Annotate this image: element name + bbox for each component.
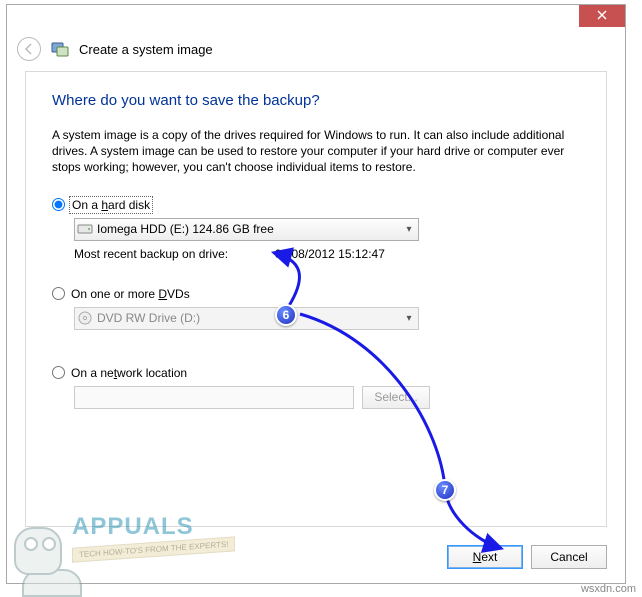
recent-backup-label: Most recent backup on drive: xyxy=(74,247,228,261)
option-network: On a network location Select... xyxy=(52,366,580,409)
chevron-down-icon: ▾ xyxy=(400,224,418,235)
close-button[interactable] xyxy=(579,5,625,27)
site-credit: wsxdn.com xyxy=(581,583,636,595)
annotation-badge-6: 6 xyxy=(275,304,297,326)
page-title: Create a system image xyxy=(79,42,213,57)
option-dvd: On one or more DVDs DVD RW Drive (D:) ▾ xyxy=(52,287,580,330)
arrow-left-icon xyxy=(23,43,35,55)
radio-dvd-label[interactable]: On one or more DVDs xyxy=(71,287,190,301)
radio-dvd[interactable] xyxy=(52,287,65,300)
wizard-window: Create a system image Where do you want … xyxy=(6,4,626,584)
titlebar xyxy=(7,5,625,31)
close-icon xyxy=(597,10,607,20)
dvd-dropdown: DVD RW Drive (D:) ▾ xyxy=(74,307,419,330)
radio-network-label[interactable]: On a network location xyxy=(71,366,187,380)
network-path-input xyxy=(74,386,354,409)
cancel-button[interactable]: Cancel xyxy=(531,545,607,569)
footer-buttons: Next Cancel xyxy=(25,545,607,569)
hard-disk-dropdown[interactable]: Iomega HDD (E:) 124.86 GB free ▾ xyxy=(74,218,419,241)
header-row: Create a system image xyxy=(7,31,625,73)
recent-backup-value: 04/08/2012 15:12:47 xyxy=(275,247,385,261)
option-hard-disk: On a hard disk Iomega HDD (E:) 124.86 GB… xyxy=(52,198,580,261)
radio-hard-disk-label[interactable]: On a hard disk xyxy=(71,198,151,212)
radio-network[interactable] xyxy=(52,366,65,379)
select-network-button: Select... xyxy=(362,386,430,409)
hard-disk-dropdown-value: Iomega HDD (E:) 124.86 GB free xyxy=(95,222,400,236)
radio-hard-disk[interactable] xyxy=(52,198,65,211)
content-panel: Where do you want to save the backup? A … xyxy=(25,71,607,527)
recent-backup-row: Most recent backup on drive: 04/08/2012 … xyxy=(74,247,580,261)
disc-icon xyxy=(75,311,95,325)
drive-icon xyxy=(75,223,95,235)
main-heading: Where do you want to save the backup? xyxy=(52,92,580,109)
next-button[interactable]: Next xyxy=(447,545,523,569)
annotation-badge-7: 7 xyxy=(434,479,456,501)
dvd-dropdown-value: DVD RW Drive (D:) xyxy=(95,311,400,325)
chevron-down-icon: ▾ xyxy=(400,313,418,324)
description-text: A system image is a copy of the drives r… xyxy=(52,127,580,176)
back-button[interactable] xyxy=(17,37,41,61)
system-image-icon xyxy=(51,40,69,58)
